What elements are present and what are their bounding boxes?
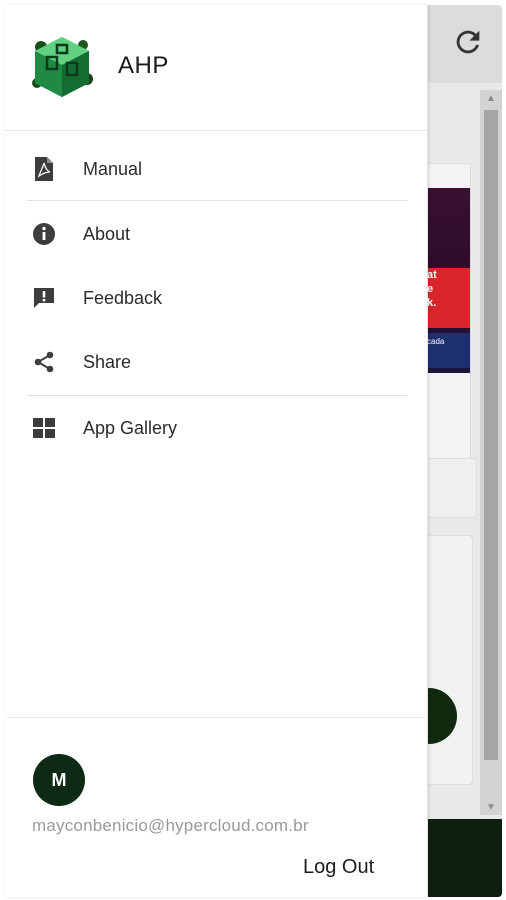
app-title: AHP	[118, 52, 169, 79]
feedback-icon	[29, 283, 59, 313]
promo-text: k.	[427, 297, 437, 309]
menu-item-label: Manual	[83, 158, 143, 179]
refresh-icon[interactable]	[451, 25, 485, 59]
menu-item-label: Share	[83, 351, 132, 372]
menu-item-feedback[interactable]: Feedback	[5, 266, 427, 330]
scroll-up-arrow-icon[interactable]: ▲	[480, 90, 502, 106]
menu-item-label: App Gallery	[83, 417, 178, 438]
pdf-file-icon	[29, 154, 59, 184]
avatar[interactable]: M	[33, 754, 85, 806]
drawer-header: AHP	[5, 5, 427, 131]
logout-button[interactable]: Log Out	[303, 856, 374, 879]
promo-text: at	[427, 269, 437, 281]
menu-item-about[interactable]: About	[5, 202, 427, 266]
user-email: mayconbenicio@hypercloud.com.br	[32, 816, 309, 835]
info-icon	[29, 219, 59, 249]
drawer-footer: M mayconbenicio@hypercloud.com.br Log Ou…	[5, 717, 427, 897]
content-card	[425, 535, 473, 785]
promo-text: e	[427, 283, 434, 295]
ahp-logo-icon	[27, 33, 97, 101]
scroll-down-arrow-icon[interactable]: ▼	[480, 799, 502, 815]
menu-item-share[interactable]: Share	[5, 330, 427, 394]
grid-icon	[29, 413, 59, 443]
promo-banner: at e k. cada	[425, 188, 470, 373]
scrollbar-thumb[interactable]	[484, 110, 498, 760]
share-icon	[29, 347, 59, 377]
menu-item-manual[interactable]: Manual	[5, 137, 427, 201]
menu-item-label: About	[83, 223, 131, 244]
scrollbar[interactable]: ▲ ▼	[480, 90, 502, 815]
menu-item-label: Feedback	[83, 287, 163, 308]
navigation-drawer: AHP Manual About Feedback Share App Gall…	[5, 5, 428, 897]
menu-divider	[27, 200, 407, 201]
content-card	[425, 458, 477, 518]
promo-text: cada	[427, 337, 445, 346]
menu-item-app-gallery[interactable]: App Gallery	[5, 396, 427, 460]
